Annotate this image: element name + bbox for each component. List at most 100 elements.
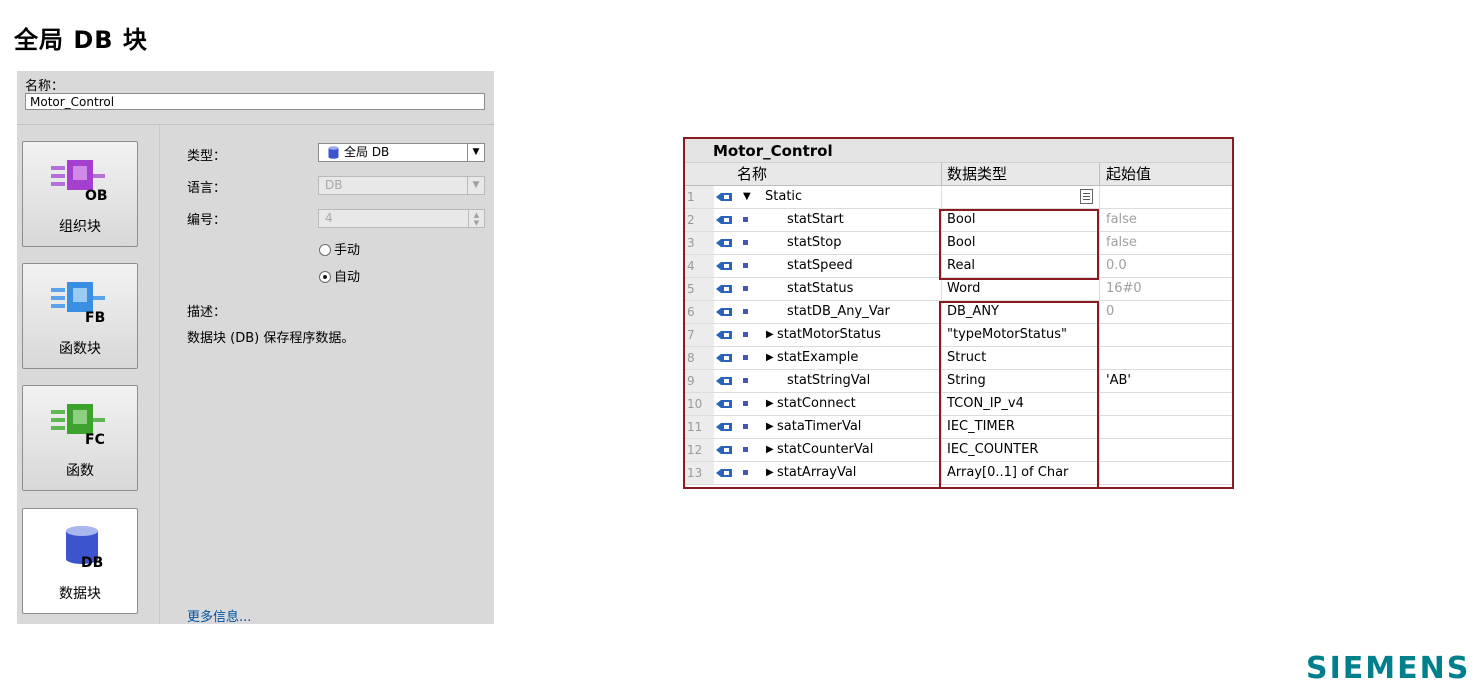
variable-name[interactable]: statMotorStatus xyxy=(777,324,881,346)
function-button[interactable]: FC 函数 xyxy=(22,385,138,491)
row-number: 3 xyxy=(685,232,705,254)
variable-name[interactable]: statConnect xyxy=(777,393,856,415)
start-value-cell[interactable] xyxy=(1099,462,1232,484)
variable-icon xyxy=(743,424,748,429)
table-row[interactable]: 7 ▶ statMotorStatus "typeMotorStatus" xyxy=(685,324,1232,347)
start-value-cell[interactable]: false xyxy=(1099,232,1232,254)
row-number: 10 xyxy=(685,393,705,415)
db-cylinder-icon: DB xyxy=(66,526,103,569)
data-type-cell[interactable]: Word xyxy=(941,278,1099,300)
data-type-cell[interactable]: "typeMotorStatus" xyxy=(941,324,1099,346)
function-label: 函数 xyxy=(66,463,94,479)
data-type-cell[interactable]: TCON_IP_v4 xyxy=(941,393,1099,415)
start-value-cell[interactable] xyxy=(1099,347,1232,369)
variable-name[interactable]: statStop xyxy=(787,232,842,254)
variable-name[interactable]: statCounterVal xyxy=(777,439,873,461)
interface-icon xyxy=(716,377,732,385)
svg-text:FB: FB xyxy=(85,310,105,324)
table-row[interactable]: 11 ▶ sataTimerVal IEC_TIMER xyxy=(685,416,1232,439)
table-row[interactable]: 9 statStringVal String 'AB' xyxy=(685,370,1232,393)
data-type-cell[interactable]: Real xyxy=(941,255,1099,277)
table-row[interactable]: 2 statStart Bool false xyxy=(685,209,1232,232)
start-value-cell[interactable]: 0 xyxy=(1099,301,1232,323)
chevron-down-icon[interactable]: ▼ xyxy=(467,144,484,161)
function-block-button[interactable]: FB 函数块 xyxy=(22,263,138,369)
expand-toggle-icon[interactable]: ▶ xyxy=(766,398,774,410)
column-header-data-type[interactable]: 数据类型 xyxy=(941,163,1099,186)
row-gutter xyxy=(705,439,714,461)
start-value-cell[interactable]: 0.0 xyxy=(1099,255,1232,277)
table-row[interactable]: 12 ▶ statCounterVal IEC_COUNTER xyxy=(685,439,1232,462)
interface-icon xyxy=(716,285,732,293)
data-type-cell[interactable]: IEC_TIMER xyxy=(941,416,1099,438)
db-table-title: Motor_Control xyxy=(713,142,833,160)
organization-block-button[interactable]: OB 组织块 xyxy=(22,141,138,247)
auto-radio[interactable]: 自动 xyxy=(319,266,360,285)
start-value-cell[interactable]: false xyxy=(1099,209,1232,231)
type-select[interactable]: 全局 DB ▼ xyxy=(318,143,485,162)
table-row[interactable]: 3 statStop Bool false xyxy=(685,232,1232,255)
manual-radio[interactable]: 手动 xyxy=(319,239,360,258)
language-select[interactable]: DB ▼ xyxy=(318,176,485,195)
variable-name[interactable]: statStringVal xyxy=(787,370,870,392)
variable-name[interactable]: statArrayVal xyxy=(777,462,856,484)
expand-toggle-icon[interactable]: ▶ xyxy=(766,467,774,479)
row-number: 12 xyxy=(685,439,705,461)
table-row[interactable]: 8 ▶ statExample Struct xyxy=(685,347,1232,370)
column-header-start-value[interactable]: 起始值 xyxy=(1099,163,1232,186)
table-row[interactable]: 5 statStatus Word 16#0 xyxy=(685,278,1232,301)
variable-name[interactable]: statExample xyxy=(777,347,858,369)
start-value-cell[interactable] xyxy=(1099,324,1232,346)
start-value-cell[interactable] xyxy=(1099,186,1232,208)
chevron-down-icon[interactable]: ▼ xyxy=(467,177,484,194)
data-type-picker-icon[interactable] xyxy=(1080,189,1093,204)
stepper-arrows-icon[interactable]: ▲ ▼ xyxy=(468,210,484,227)
variable-name[interactable]: statSpeed xyxy=(787,255,853,277)
start-value-cell[interactable]: 16#0 xyxy=(1099,278,1232,300)
row-number: 1 xyxy=(685,186,705,208)
language-label: 语言： xyxy=(187,181,227,196)
variable-icon xyxy=(743,286,748,291)
more-info-link[interactable]: 更多信息... xyxy=(187,606,251,625)
row-gutter xyxy=(705,416,714,438)
table-row[interactable]: 1 ▼ Static xyxy=(685,186,1232,209)
data-type-cell[interactable]: DB_ANY xyxy=(941,301,1099,323)
expand-toggle-icon[interactable]: ▶ xyxy=(766,352,774,364)
data-type-cell[interactable]: Bool xyxy=(941,209,1099,231)
data-type-cell[interactable]: Array[0..1] of Char xyxy=(941,462,1099,484)
start-value-cell[interactable] xyxy=(1099,439,1232,461)
language-value: DB xyxy=(325,178,343,192)
variable-name[interactable]: sataTimerVal xyxy=(777,416,861,438)
start-value-cell[interactable] xyxy=(1099,416,1232,438)
data-block-button[interactable]: DB 数据块 xyxy=(22,508,138,614)
db-table-title-bar: Motor_Control xyxy=(685,139,1232,163)
name-input[interactable]: Motor_Control xyxy=(25,93,485,110)
data-type-cell[interactable]: String xyxy=(941,370,1099,392)
expand-toggle-icon[interactable]: ▼ xyxy=(743,191,751,203)
variable-name[interactable]: statDB_Any_Var xyxy=(787,301,890,323)
variable-name[interactable]: Static xyxy=(765,186,802,208)
row-gutter xyxy=(705,232,714,254)
number-stepper[interactable]: 4 ▲ ▼ xyxy=(318,209,485,228)
db-table: Motor_Control 名称 数据类型 起始值 1 ▼ Static 2 statS… xyxy=(683,137,1234,489)
expand-toggle-icon[interactable]: ▶ xyxy=(766,444,774,456)
start-value-cell[interactable]: 'AB' xyxy=(1099,370,1232,392)
variable-name[interactable]: statStart xyxy=(787,209,844,231)
data-type-cell[interactable]: IEC_COUNTER xyxy=(941,439,1099,461)
column-header-name[interactable]: 名称 xyxy=(685,163,941,186)
table-row[interactable]: 10 ▶ statConnect TCON_IP_v4 xyxy=(685,393,1232,416)
table-row[interactable]: 6 statDB_Any_Var DB_ANY 0 xyxy=(685,301,1232,324)
data-type-cell[interactable]: Bool xyxy=(941,232,1099,254)
variable-name[interactable]: statStatus xyxy=(787,278,853,300)
row-gutter xyxy=(705,370,714,392)
expand-toggle-icon[interactable]: ▶ xyxy=(766,329,774,341)
row-gutter xyxy=(705,301,714,323)
table-row[interactable]: 13 ▶ statArrayVal Array[0..1] of Char xyxy=(685,462,1232,485)
table-row[interactable]: 4 statSpeed Real 0.0 xyxy=(685,255,1232,278)
interface-icon xyxy=(716,308,732,316)
expand-toggle-icon[interactable]: ▶ xyxy=(766,421,774,433)
row-gutter xyxy=(705,393,714,415)
data-type-cell[interactable]: Struct xyxy=(941,347,1099,369)
start-value-cell[interactable] xyxy=(1099,393,1232,415)
data-type-cell[interactable] xyxy=(941,186,1099,208)
